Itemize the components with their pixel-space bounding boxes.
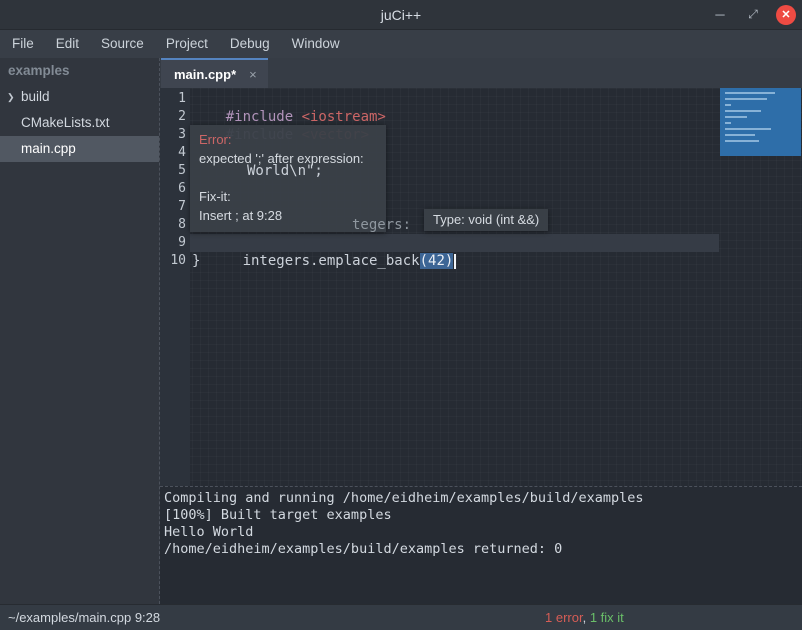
bracket-match-highlight: (42) [420,253,454,269]
code-line-2: #include <vector> [192,108,369,126]
text-cursor [454,254,456,269]
titlebar: juCi++ ─ ⤢ ✕ [0,0,802,30]
minimap-line [725,104,731,106]
minimap-line [725,116,747,118]
status-file-location: ~/examples/main.cpp 9:28 [8,605,160,630]
terminal-line: [100%] Built target examples [164,507,802,524]
line-number: 4 [160,144,186,162]
terminal-line: /home/eidheim/examples/build/examples re… [164,541,802,558]
minimap-line [725,134,755,136]
status-fixit-count: 1 fix it [590,610,624,625]
statusbar: ~/examples/main.cpp 9:28 1 error, 1 fix … [0,604,802,630]
line-number: 9 [160,234,186,252]
tab-label: main.cpp* [174,67,236,82]
minimap-line [725,122,731,124]
tree-item-label: main.cpp [21,136,76,162]
line-number: 5 [160,162,186,180]
line-number: 1 [160,90,186,108]
minimize-icon: ─ [715,7,724,22]
minimize-button[interactable]: ─ [710,5,730,25]
fixit-label: Fix-it: [199,187,377,206]
close-button[interactable]: ✕ [776,5,796,25]
restore-icon: ⤢ [748,7,758,21]
tabbar: main.cpp* × [160,58,802,88]
line-number: 7 [160,198,186,216]
status-separator: , [583,610,590,625]
menu-item-edit[interactable]: Edit [45,30,90,58]
line-number: 6 [160,180,186,198]
output-terminal[interactable]: Compiling and running /home/eidheim/exam… [160,486,802,604]
sidebar-header: examples [0,58,159,84]
status-diagnostics: 1 error, 1 fix it [545,605,624,630]
menu-item-project[interactable]: Project [155,30,219,58]
tab-close-icon[interactable]: × [249,68,257,81]
restore-button[interactable]: ⤢ [743,5,763,25]
terminal-line: Hello World [164,524,802,541]
close-icon: ✕ [781,9,790,21]
line-number: 3 [160,126,186,144]
minimap[interactable] [720,88,801,156]
code-line-5-fragment: World\n"; [247,162,323,180]
code-line-10: } [192,252,200,270]
menu-item-window[interactable]: Window [281,30,351,58]
menu-item-file[interactable]: File [1,30,45,58]
tree-item-label: build [21,84,50,110]
code-line-9: integers.emplace_back(42) [192,234,456,252]
line-number-gutter: 1 2 3 4 5 6 7 8 9 10 [160,88,190,486]
tree-item-label: CMakeLists.txt [21,110,110,136]
minimap-line [725,128,771,130]
terminal-line: Compiling and running /home/eidheim/exam… [164,490,802,507]
file-tree-sidebar: examples ❯ build CMakeLists.txt main.cpp [0,58,160,604]
menu-item-source[interactable]: Source [90,30,155,58]
tab-main-cpp[interactable]: main.cpp* × [161,58,268,88]
tree-item-main-cpp[interactable]: main.cpp [0,136,159,162]
minimap-line [725,92,775,94]
code-line-8-fragment: tegers: [352,216,411,234]
menubar: File Edit Source Project Debug Window [0,30,802,58]
code-line-1: #include <iostream> [192,90,386,108]
line-number: 2 [160,108,186,126]
error-tooltip-title: Error: [199,130,377,149]
minimap-line [725,98,767,100]
fixit-text: Insert ; at 9:28 [199,206,377,225]
line-number: 8 [160,216,186,234]
chevron-right-icon[interactable]: ❯ [7,84,21,110]
minimap-line [725,140,759,142]
menu-item-debug[interactable]: Debug [219,30,281,58]
tree-item-build[interactable]: ❯ build [0,84,159,110]
minimap-line [725,110,761,112]
tree-item-cmakelists[interactable]: CMakeLists.txt [0,110,159,136]
code-expression: integers.emplace_back [226,253,420,269]
status-error-count: 1 error [545,610,583,625]
line-number: 10 [160,252,186,270]
type-tooltip: Type: void (int &&) [424,209,548,231]
window-title: juCi++ [381,7,421,23]
